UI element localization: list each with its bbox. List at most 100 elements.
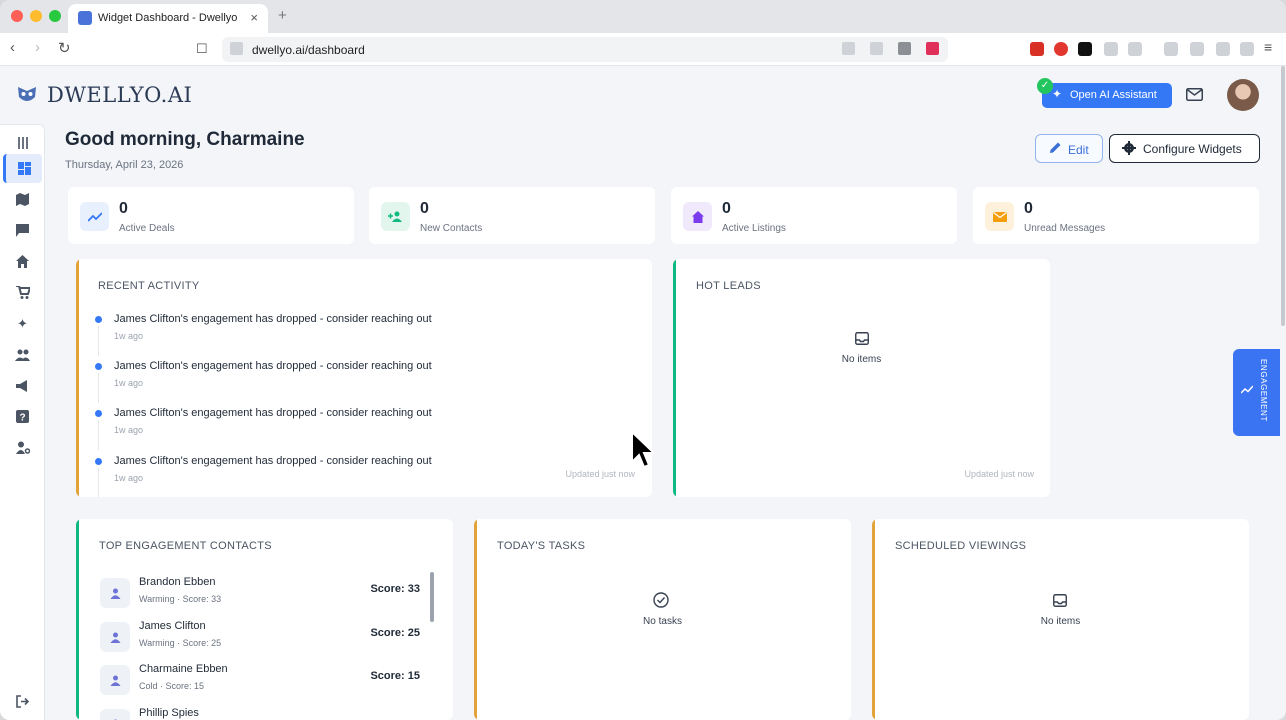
contact-avatar-icon xyxy=(100,622,130,652)
timeline-line xyxy=(98,373,99,403)
extension-box-icon[interactable] xyxy=(1128,42,1142,56)
browser-toolbar: ‹ › ↻ ☐ dwellyo.ai/dashboard ≡ xyxy=(0,33,1286,66)
new-tab-icon[interactable]: + xyxy=(278,7,287,24)
url-text: dwellyo.ai/dashboard xyxy=(252,43,365,57)
contacts-scrollbar[interactable] xyxy=(430,572,434,622)
sidebar-item-ai[interactable]: ✦ xyxy=(3,309,42,338)
sidebar-collapse-button[interactable] xyxy=(3,128,42,157)
user-avatar[interactable] xyxy=(1227,79,1259,111)
stat-label: Unread Messages xyxy=(1024,223,1106,234)
contact-row[interactable]: Brandon Ebben Warming · Score: 33 Score:… xyxy=(100,575,420,615)
open-ai-assistant-button[interactable]: ✦ Open AI Assistant xyxy=(1042,83,1172,108)
menu-icon[interactable]: ≡ xyxy=(1264,39,1272,55)
sidebar-item-map[interactable] xyxy=(3,185,42,214)
mouse-cursor-icon xyxy=(631,430,656,469)
contact-row[interactable]: Phillip Spies xyxy=(100,706,420,720)
leo-ai-icon[interactable] xyxy=(1216,42,1230,56)
site-settings-icon[interactable] xyxy=(230,42,243,55)
widget-title: TOP ENGAGEMENT CONTACTS xyxy=(99,540,272,552)
tab-title: Widget Dashboard - Dwellyo xyxy=(98,12,238,24)
forward-icon[interactable]: › xyxy=(35,39,40,56)
activity-time: 1w ago xyxy=(114,331,144,341)
top-engagement-contacts-widget: TOP ENGAGEMENT CONTACTS Brandon Ebben Wa… xyxy=(76,519,453,720)
stat-card-active-listings[interactable]: 0 Active Listings xyxy=(671,187,957,244)
sidebar-item-campaigns[interactable] xyxy=(3,371,42,400)
configure-widgets-button[interactable]: Configure Widgets xyxy=(1109,134,1260,163)
close-tab-icon[interactable]: × xyxy=(250,10,258,25)
sparkles-icon: ✦ xyxy=(17,315,28,331)
contact-score: Score: 25 xyxy=(370,627,420,639)
sidebar-item-marketplace[interactable] xyxy=(3,278,42,307)
back-icon[interactable]: ‹ xyxy=(10,39,15,56)
brave-rewards-icon[interactable] xyxy=(926,42,939,55)
sidebar-item-account-settings[interactable] xyxy=(3,433,42,462)
stat-label: Active Listings xyxy=(722,223,786,234)
sparkle-icon: ✦ xyxy=(1052,87,1063,101)
wallet-icon[interactable] xyxy=(1190,42,1204,56)
brave-shield-icon[interactable] xyxy=(898,42,911,55)
stat-value: 0 xyxy=(119,200,128,217)
extension-mail-icon[interactable] xyxy=(1030,42,1044,56)
adblock-icon[interactable] xyxy=(1054,42,1068,56)
dashboard-icon xyxy=(17,162,31,175)
svg-text:?: ? xyxy=(19,413,25,424)
timeline-line xyxy=(98,326,99,356)
contact-score: Score: 15 xyxy=(370,670,420,682)
extension-x-icon[interactable] xyxy=(1078,42,1092,56)
activity-item[interactable]: James Clifton's engagement has dropped -… xyxy=(76,359,606,403)
activity-item[interactable]: James Clifton's engagement has dropped -… xyxy=(76,312,606,356)
owl-logo-icon xyxy=(18,87,36,101)
contact-row[interactable]: Charmaine Ebben Cold · Score: 15 Score: … xyxy=(100,662,420,702)
stat-value: 0 xyxy=(420,200,429,217)
stat-value: 0 xyxy=(722,200,731,217)
edit-label: Edit xyxy=(1068,143,1089,157)
activity-item[interactable]: James Clifton's engagement has dropped -… xyxy=(76,454,606,497)
contact-name: Phillip Spies xyxy=(139,707,199,719)
contact-status: Warming · Score: 33 xyxy=(139,594,222,604)
extensions-puzzle-icon[interactable] xyxy=(1104,42,1118,56)
engagement-panel-tab[interactable]: ENGAGEMENT xyxy=(1233,349,1280,436)
activity-text: James Clifton's engagement has dropped -… xyxy=(114,407,432,419)
sidebar-item-dashboard[interactable] xyxy=(3,154,42,183)
inbox-icon xyxy=(1053,594,1067,607)
timeline-line xyxy=(98,420,99,450)
pencil-icon xyxy=(1050,142,1061,153)
activity-text: James Clifton's engagement has dropped -… xyxy=(114,313,432,325)
browser-tab[interactable]: Widget Dashboard - Dwellyo × xyxy=(68,4,268,33)
reload-icon[interactable]: ↻ xyxy=(58,39,71,57)
key-icon[interactable] xyxy=(842,42,855,55)
share-icon[interactable] xyxy=(870,42,883,55)
minimize-window-button[interactable] xyxy=(30,10,42,22)
address-bar[interactable]: dwellyo.ai/dashboard xyxy=(222,37,948,62)
hot-leads-widget: HOT LEADS No items Updated just now xyxy=(673,259,1050,497)
sidebar-item-properties[interactable] xyxy=(3,247,42,276)
stat-card-unread-messages[interactable]: 0 Unread Messages xyxy=(973,187,1259,244)
ai-button-label: Open AI Assistant xyxy=(1070,89,1157,101)
sidebar-item-logout[interactable] xyxy=(3,687,42,716)
sidebar-item-contacts[interactable] xyxy=(3,340,42,369)
configure-widgets-label: Configure Widgets xyxy=(1143,142,1242,156)
sidebar-toggle-icon[interactable] xyxy=(1164,42,1178,56)
close-window-button[interactable] xyxy=(11,10,23,22)
map-icon xyxy=(16,193,29,206)
contact-row[interactable]: James Clifton Warming · Score: 25 Score:… xyxy=(100,619,420,659)
stat-card-active-deals[interactable]: 0 Active Deals xyxy=(68,187,354,244)
accent-bar xyxy=(673,259,676,497)
edit-button[interactable]: Edit xyxy=(1035,134,1103,163)
vpn-icon[interactable] xyxy=(1240,42,1254,56)
sidebar-item-messages[interactable] xyxy=(3,216,42,245)
timeline-dot xyxy=(95,458,102,465)
activity-time: 1w ago xyxy=(114,378,144,388)
engagement-tab-label: ENGAGEMENT xyxy=(1259,359,1268,422)
activity-item[interactable]: James Clifton's engagement has dropped -… xyxy=(76,406,606,450)
check-badge-icon: ✓ xyxy=(1037,78,1053,94)
sidebar-item-help[interactable]: ? xyxy=(3,402,42,431)
envelope-icon xyxy=(985,202,1014,231)
mail-icon[interactable] xyxy=(1186,88,1203,101)
page-scrollbar[interactable] xyxy=(1281,66,1285,326)
browser-window: Widget Dashboard - Dwellyo × + ‹ › ↻ ☐ d… xyxy=(0,0,1286,720)
stat-card-new-contacts[interactable]: 0 New Contacts xyxy=(369,187,655,244)
bookmark-icon[interactable]: ☐ xyxy=(196,41,208,57)
collapse-icon xyxy=(17,136,28,149)
maximize-window-button[interactable] xyxy=(49,10,61,22)
